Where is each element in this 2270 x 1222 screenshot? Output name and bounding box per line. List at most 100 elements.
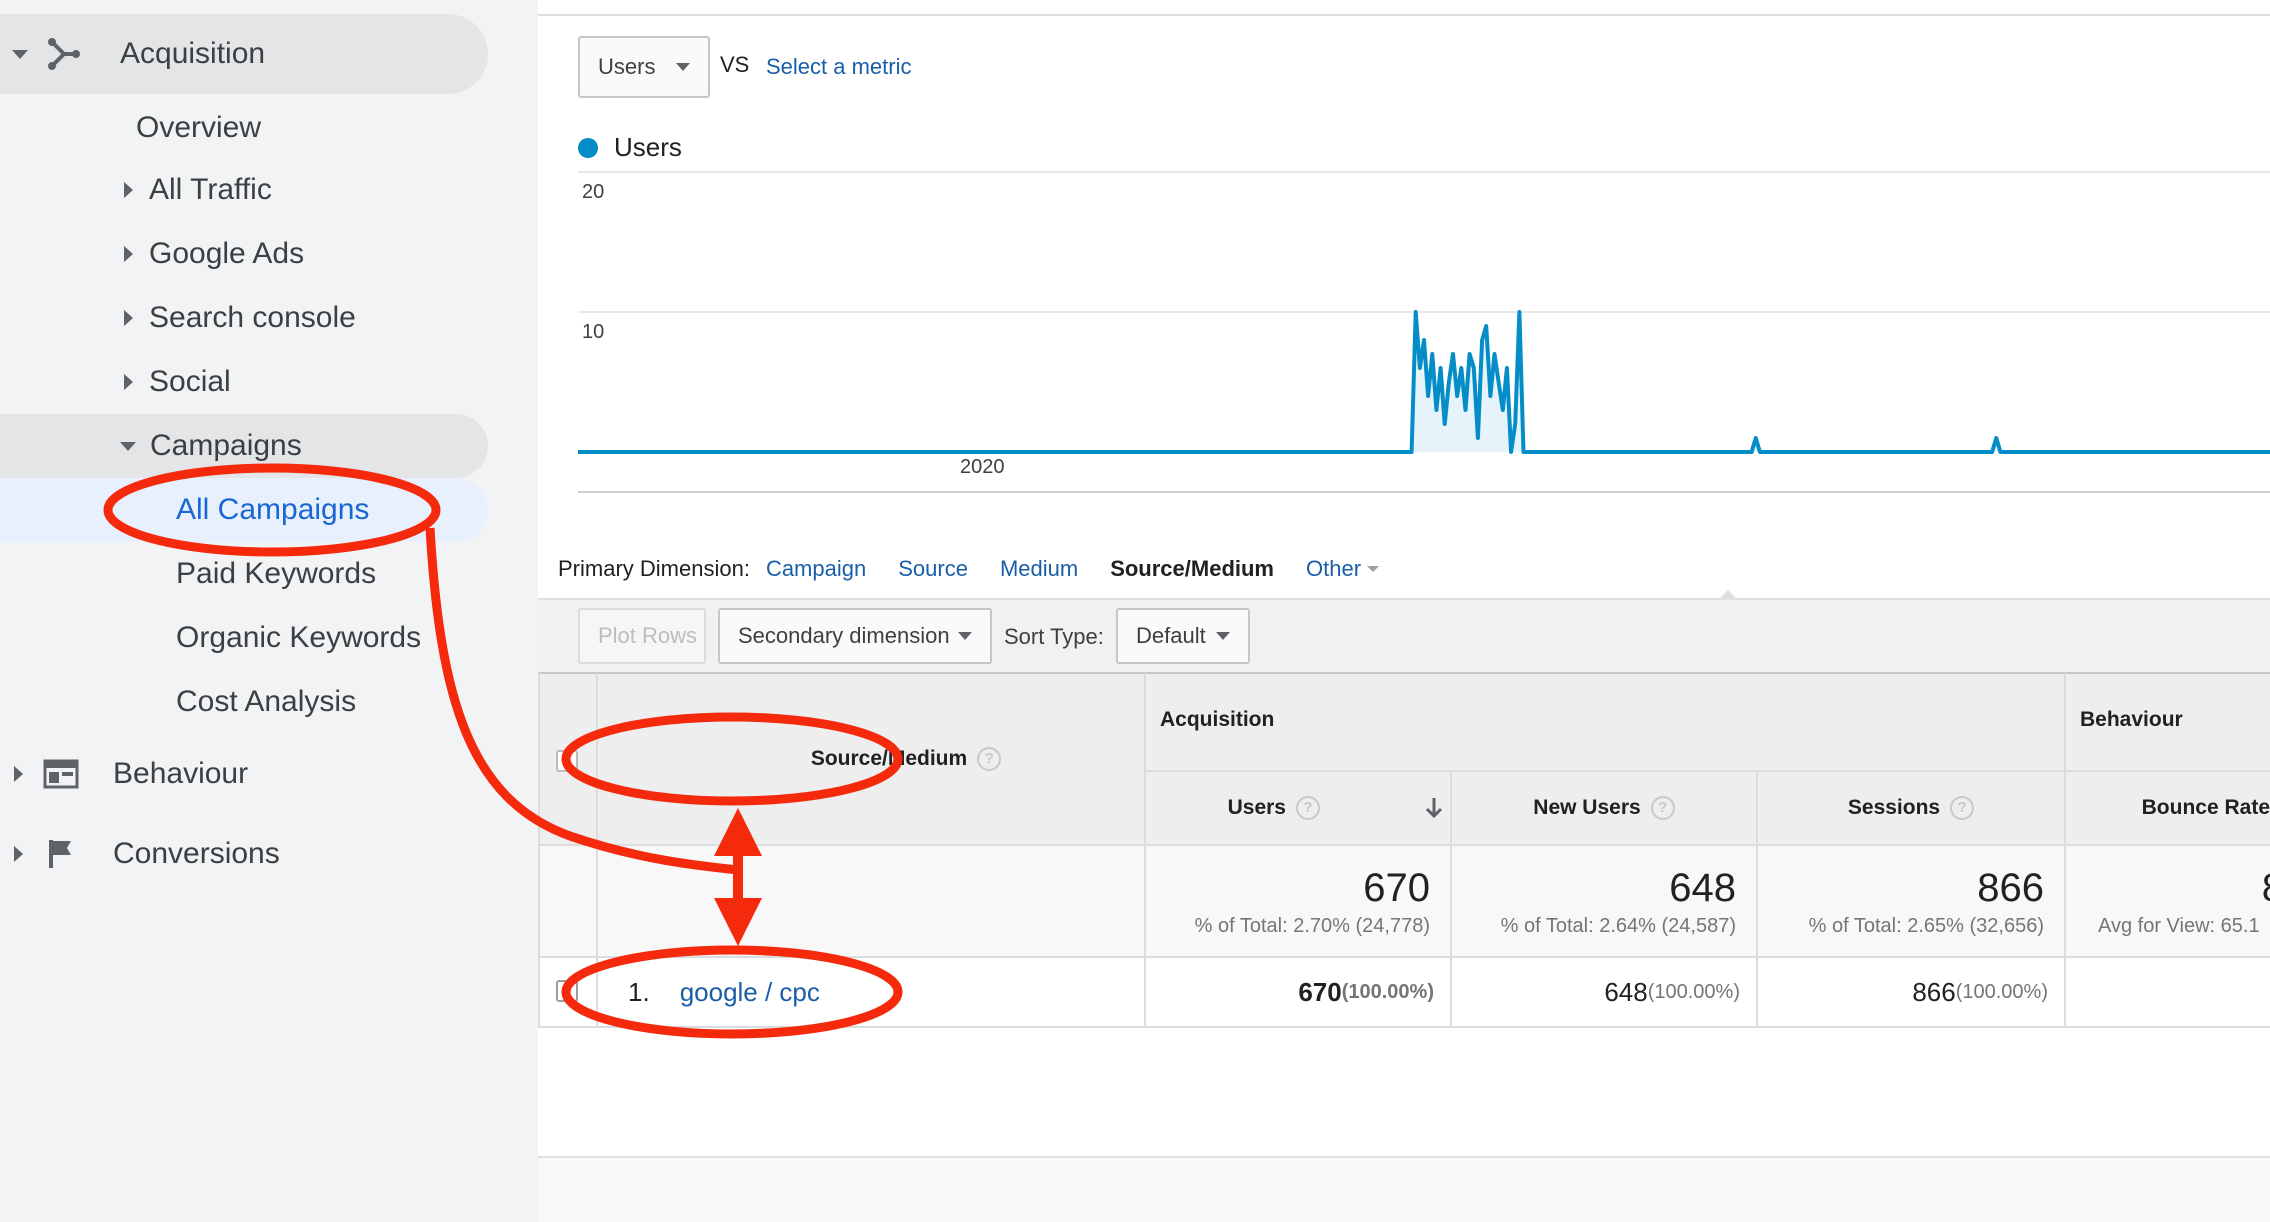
plot-rows-button[interactable]: Plot Rows [578, 608, 706, 664]
chevron-right-icon [124, 182, 133, 198]
col-header-new-users[interactable]: New Users ? [1452, 772, 1758, 846]
sidebar-label-search-console: Search console [149, 301, 356, 334]
caret-down-icon [958, 632, 972, 640]
select-all-checkbox[interactable] [556, 750, 578, 772]
row-new-users: 648 (100.00%) [1452, 958, 1758, 1028]
y-tick-10: 10 [582, 321, 604, 343]
header-checkbox-cell [538, 672, 598, 846]
totals-new-users-sub: % of Total: 2.64% (24,587) [1500, 915, 1736, 937]
sort-arrow-down-icon[interactable] [1424, 796, 1444, 820]
acquisition-group-header: Acquisition [1146, 672, 2066, 772]
sidebar-item-search-console[interactable]: Search console [124, 294, 356, 342]
help-icon[interactable]: ? [977, 747, 1002, 771]
totals-checkbox-cell [538, 846, 598, 958]
col-users-label: Users [1227, 796, 1286, 819]
dimension-other[interactable]: Other [1306, 556, 1380, 582]
sidebar-item-cost-analysis[interactable]: Cost Analysis [176, 678, 356, 726]
caret-down-icon [1216, 632, 1230, 640]
row-users-pct: (100.00%) [1341, 980, 1434, 1003]
sort-type-value: Default [1136, 623, 1206, 648]
page-footer-area [538, 1156, 2270, 1222]
col-header-users[interactable]: Users ? [1146, 772, 1452, 846]
row-users-value: 670 [1298, 976, 1342, 1007]
select-metric-link[interactable]: Select a metric [766, 54, 912, 80]
legend-dot-icon [578, 137, 598, 158]
dimension-campaign[interactable]: Campaign [766, 556, 866, 582]
chevron-right-icon [14, 846, 23, 862]
totals-bounce-value: 8 [2066, 866, 2270, 911]
dimension-source-medium[interactable]: Source/Medium [1110, 556, 1274, 582]
plot-rows-label: Plot Rows [598, 623, 698, 648]
metric-dropdown[interactable]: Users [578, 36, 710, 98]
sidebar-label-all-traffic: All Traffic [149, 173, 272, 206]
sidebar-item-all-traffic[interactable]: All Traffic [124, 166, 272, 214]
sidebar-item-organic-keywords[interactable]: Organic Keywords [176, 614, 421, 662]
sidebar-item-all-campaigns[interactable]: All Campaigns [176, 486, 369, 534]
sidebar-item-google-ads[interactable]: Google Ads [124, 230, 304, 278]
sidebar-label-all-campaigns: All Campaigns [176, 493, 370, 526]
totals-sessions-value: 866 [1977, 866, 2044, 910]
row-source-medium-link[interactable]: google / cpc [680, 977, 820, 1008]
chevron-down-icon [120, 441, 136, 451]
row-new-users-pct: (100.00%) [1647, 980, 1740, 1003]
sidebar-item-social[interactable]: Social [124, 358, 231, 406]
sidebar-item-paid-keywords[interactable]: Paid Keywords [176, 550, 376, 598]
sidebar-item-behaviour[interactable]: Behaviour [14, 744, 248, 804]
sidebar-item-campaigns[interactable]: Campaigns [120, 422, 302, 470]
totals-new-users-value: 648 [1669, 866, 1736, 910]
totals-dim-cell [598, 846, 1146, 958]
dimension-source[interactable]: Source [898, 556, 968, 582]
help-icon[interactable]: ? [1950, 796, 1975, 820]
row-index: 1. [628, 976, 650, 1007]
sidebar-label-behaviour: Behaviour [113, 757, 249, 790]
row-bounce-rate [2066, 958, 2270, 1028]
col-new-users-label: New Users [1533, 796, 1641, 819]
sidebar-label-organic-keywords: Organic Keywords [176, 621, 422, 654]
sidebar-item-conversions[interactable]: Conversions [14, 824, 280, 884]
totals-users-sub: % of Total: 2.70% (24,778) [1194, 915, 1430, 937]
caret-down-icon [676, 63, 690, 71]
acquisition-group-label: Acquisition [1160, 708, 1275, 731]
dimension-medium[interactable]: Medium [1000, 556, 1078, 582]
table-row: 1. google / cpc [598, 958, 1146, 1028]
col-bounce-rate-label: Bounce Rate [2141, 796, 2270, 819]
row-users: 670 (100.00%) [1146, 958, 1452, 1028]
row-checkbox[interactable] [556, 980, 578, 1002]
sidebar-label-google-ads: Google Ads [149, 237, 305, 270]
sidebar-nav: Acquisition Overview All Traffic Google … [0, 0, 538, 1222]
chevron-right-icon [14, 766, 23, 782]
secondary-dimension-label: Secondary dimension [738, 623, 950, 648]
totals-bounce-rate: 8 Avg for View: 65.1 [2066, 846, 2270, 958]
sidebar-item-overview[interactable]: Overview [136, 104, 261, 152]
primary-dimension-bar: Primary Dimension: Campaign Source Mediu… [558, 556, 1380, 582]
metric-dropdown-value: Users [598, 54, 656, 79]
sidebar-label-cost-analysis: Cost Analysis [176, 685, 357, 718]
help-icon[interactable]: ? [1650, 796, 1675, 820]
row-sessions-pct: (100.00%) [1955, 980, 2048, 1003]
chevron-right-icon [124, 374, 133, 390]
secondary-dimension-dropdown[interactable]: Secondary dimension [718, 608, 992, 664]
toolbar-notch [1718, 590, 1738, 600]
row-sessions: 866 (100.00%) [1758, 958, 2066, 1028]
sidebar-label-conversions: Conversions [113, 837, 280, 870]
report-main: Users VS Select a metric Users 20 10 202… [538, 0, 2270, 1156]
chevron-right-icon [124, 246, 133, 262]
sort-type-dropdown[interactable]: Default [1116, 608, 1250, 664]
caret-down-icon [1367, 566, 1380, 572]
help-icon[interactable]: ? [1296, 796, 1320, 820]
totals-sessions: 866 % of Total: 2.65% (32,656) [1758, 846, 2066, 958]
x-tick-2020: 2020 [960, 456, 1005, 478]
row-checkbox-cell [538, 958, 598, 1028]
behaviour-group-label: Behaviour [2080, 708, 2183, 731]
chart-legend: Users [578, 132, 682, 163]
dim-header-cell[interactable]: Source/Medium ? [598, 672, 1146, 846]
totals-sessions-sub: % of Total: 2.65% (32,656) [1808, 915, 2044, 937]
legend-label: Users [614, 132, 682, 162]
users-line-chart: 20 10 2020 [578, 171, 2270, 493]
vs-label: VS [720, 52, 750, 77]
col-header-sessions[interactable]: Sessions ? [1758, 772, 2066, 846]
sidebar-item-acquisition[interactable]: Acquisition [12, 20, 265, 88]
sort-type-label: Sort Type: [1004, 624, 1104, 649]
col-header-bounce-rate[interactable]: Bounce Rate [2066, 772, 2270, 846]
primary-dimension-label: Primary Dimension: [558, 556, 750, 581]
